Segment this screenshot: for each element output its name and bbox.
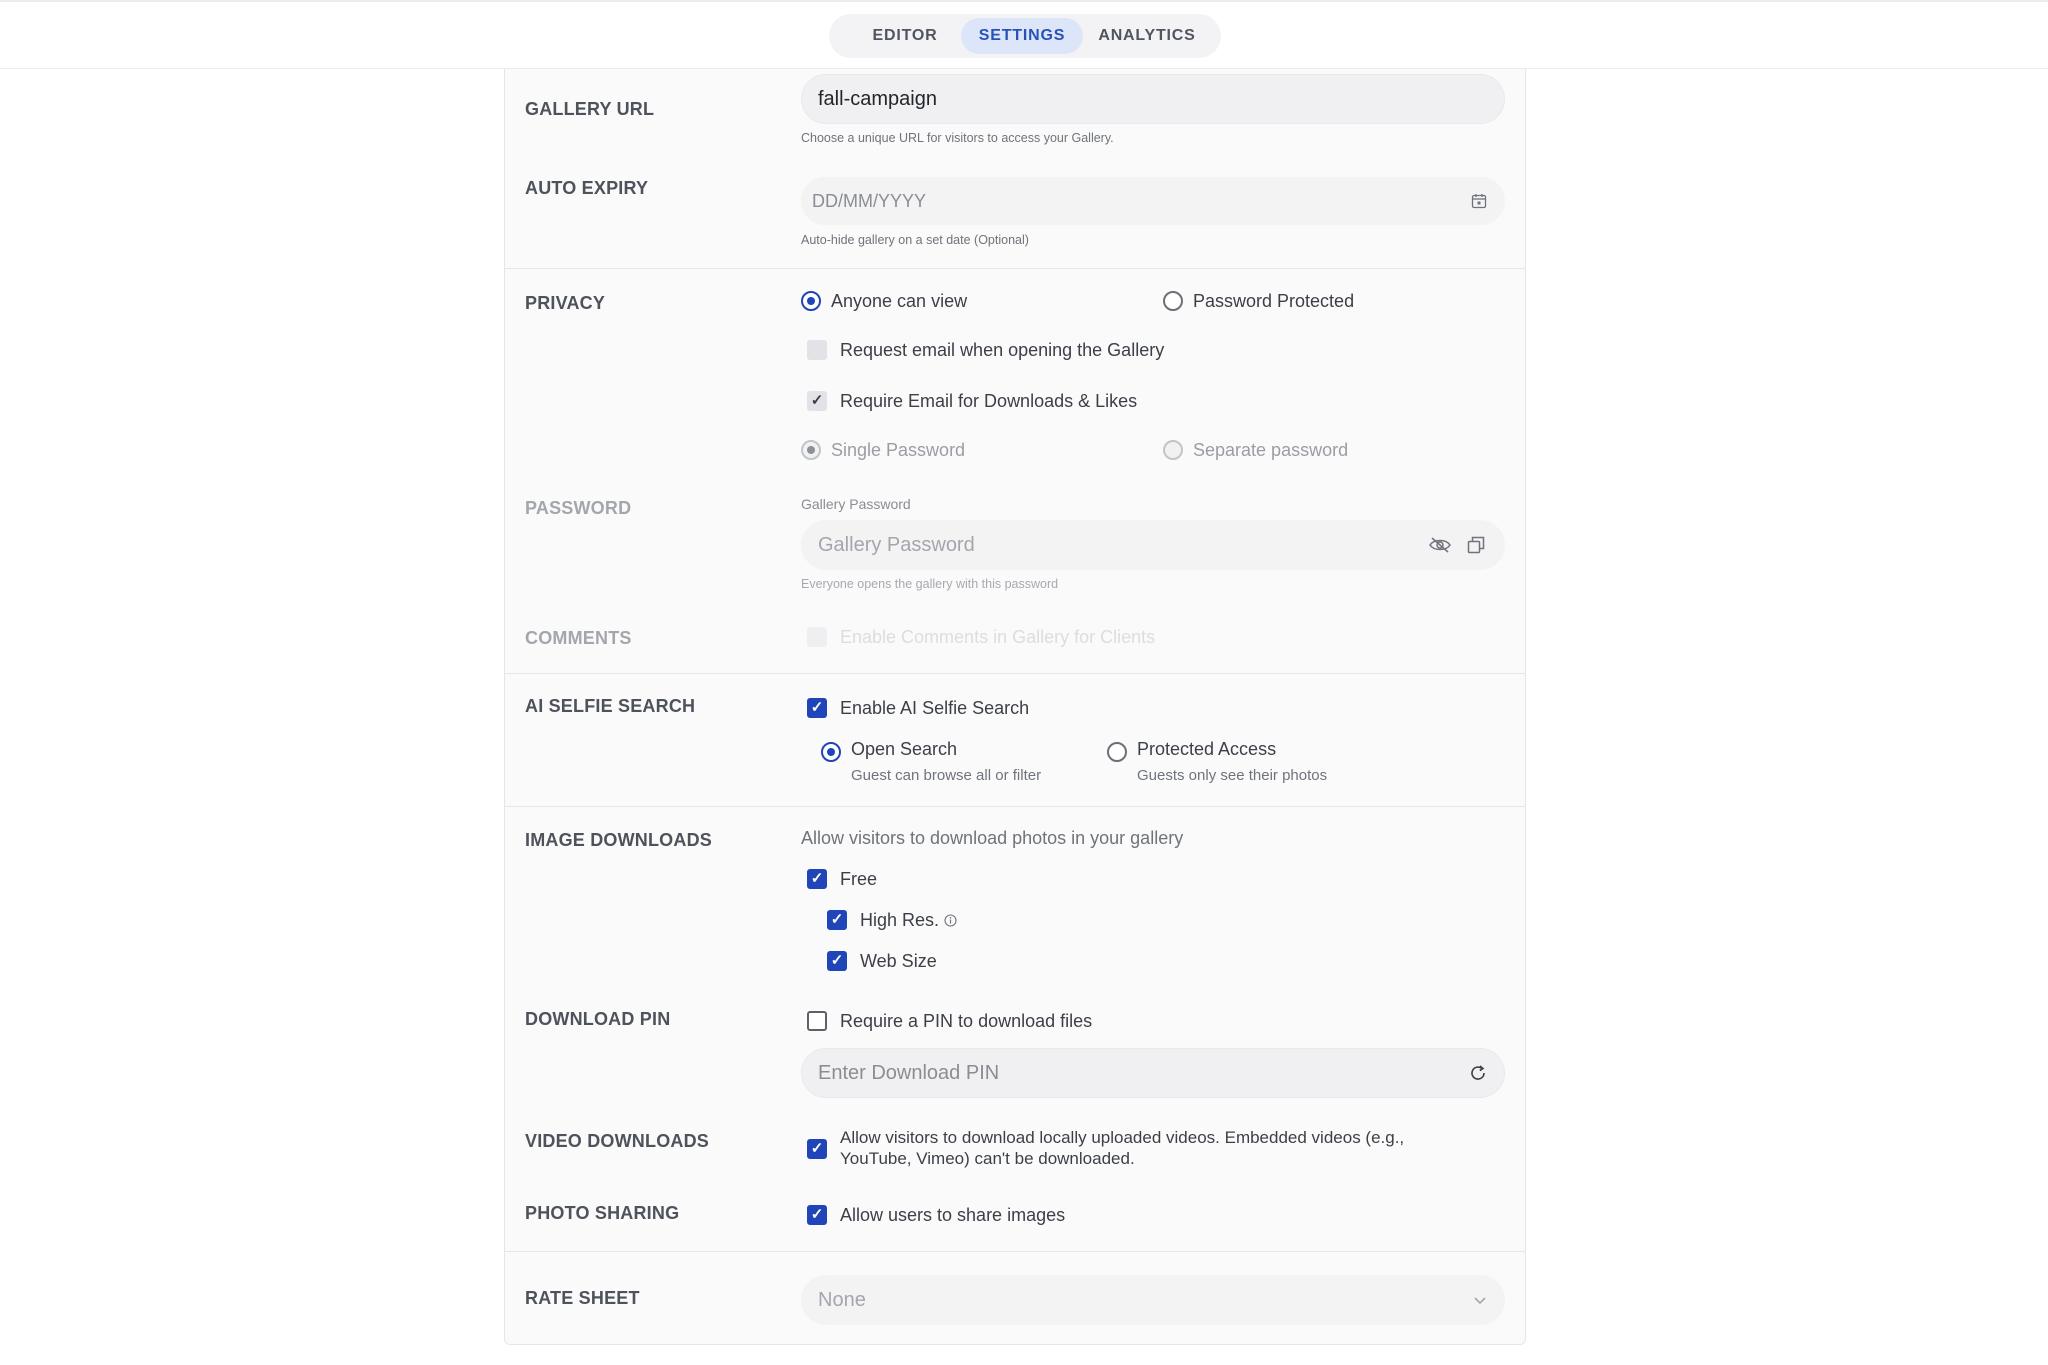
photo-sharing-label: PHOTO SHARING bbox=[525, 1203, 680, 1223]
require-email-checkbox[interactable]: ✓ bbox=[807, 391, 827, 411]
enable-ai-selfie-label: Enable AI Selfie Search bbox=[840, 698, 1030, 718]
download-pin-input[interactable]: Enter Download PIN bbox=[801, 1048, 1505, 1098]
enable-comments-label: Enable Comments in Gallery for Clients bbox=[840, 627, 1156, 647]
web-size-label: Web Size bbox=[860, 951, 937, 971]
photo-sharing-option-label: Allow users to share images bbox=[840, 1205, 1066, 1225]
gallery-url-input[interactable]: fall-campaign bbox=[801, 74, 1505, 124]
open-search-title: Open Search bbox=[851, 739, 958, 759]
video-downloads-label: VIDEO DOWNLOADS bbox=[525, 1131, 710, 1151]
enable-comments-checkbox[interactable] bbox=[807, 627, 827, 647]
calendar-icon[interactable] bbox=[1470, 192, 1488, 210]
divider bbox=[505, 1251, 1525, 1252]
web-size-checkbox[interactable]: ✓ bbox=[827, 951, 847, 971]
rate-sheet-label: RATE SHEET bbox=[525, 1288, 640, 1308]
gallery-url-label: GALLERY URL bbox=[525, 99, 655, 119]
enable-ai-selfie-checkbox[interactable]: ✓ bbox=[807, 698, 827, 718]
gallery-password-placeholder: Gallery Password bbox=[818, 533, 975, 556]
radio-password-protected[interactable] bbox=[1163, 291, 1183, 311]
open-search-subtitle: Guest can browse all or filter bbox=[851, 767, 1042, 784]
comments-label: COMMENTS bbox=[525, 628, 632, 648]
auto-expiry-label: AUTO EXPIRY bbox=[525, 178, 649, 198]
password-protected-label: Password Protected bbox=[1193, 291, 1355, 311]
gallery-url-value: fall-campaign bbox=[818, 87, 937, 110]
download-pin-placeholder: Enter Download PIN bbox=[818, 1061, 1000, 1084]
divider bbox=[505, 806, 1525, 807]
request-email-checkbox[interactable] bbox=[807, 340, 827, 360]
single-password-label: Single Password bbox=[831, 440, 966, 460]
divider bbox=[505, 268, 1525, 269]
radio-separate-password[interactable] bbox=[1163, 440, 1183, 460]
radio-anyone-can-view[interactable] bbox=[801, 291, 821, 311]
gallery-password-hint: Everyone opens the gallery with this pas… bbox=[801, 577, 1059, 591]
password-label: PASSWORD bbox=[525, 498, 632, 518]
divider bbox=[505, 673, 1525, 674]
radio-single-password[interactable] bbox=[801, 440, 821, 460]
eye-off-icon[interactable] bbox=[1428, 535, 1452, 555]
radio-protected-access[interactable] bbox=[1107, 742, 1127, 762]
privacy-label: PRIVACY bbox=[525, 293, 606, 313]
require-pin-label: Require a PIN to download files bbox=[840, 1011, 1093, 1031]
video-downloads-line2: YouTube, Vimeo) can't be downloaded. bbox=[840, 1149, 1135, 1168]
require-email-label: Require Email for Downloads & Likes bbox=[840, 391, 1138, 411]
require-pin-checkbox[interactable] bbox=[807, 1011, 827, 1031]
anyone-can-view-label: Anyone can view bbox=[831, 291, 968, 311]
tab-analytics[interactable]: ANALYTICS bbox=[1085, 18, 1209, 54]
high-res-checkbox[interactable]: ✓ bbox=[827, 910, 847, 930]
separate-password-label: Separate password bbox=[1193, 440, 1349, 460]
chevron-down-icon[interactable] bbox=[1472, 1292, 1488, 1308]
top-bar: EDITOR SETTINGS ANALYTICS bbox=[0, 0, 2048, 69]
free-download-checkbox[interactable]: ✓ bbox=[807, 869, 827, 889]
high-res-label: High Res. bbox=[860, 910, 940, 930]
info-icon[interactable] bbox=[943, 913, 957, 927]
image-downloads-description: Allow visitors to download photos in you… bbox=[801, 828, 1184, 848]
tab-editor[interactable]: EDITOR bbox=[843, 18, 967, 54]
ai-selfie-search-label: AI SELFIE SEARCH bbox=[525, 696, 696, 716]
radio-open-search[interactable] bbox=[821, 742, 841, 762]
copy-icon[interactable] bbox=[1466, 535, 1486, 555]
rate-sheet-select[interactable]: None bbox=[801, 1275, 1505, 1325]
free-download-label: Free bbox=[840, 869, 878, 889]
auto-expiry-placeholder: DD/MM/YYYY bbox=[812, 190, 927, 211]
settings-panel: GALLERY URL fall-campaign Choose a uniqu… bbox=[504, 69, 1526, 1345]
video-downloads-checkbox[interactable]: ✓ bbox=[807, 1139, 827, 1159]
auto-expiry-input[interactable]: DD/MM/YYYY bbox=[801, 177, 1505, 225]
image-downloads-label: IMAGE DOWNLOADS bbox=[525, 830, 712, 850]
gallery-url-hint: Choose a unique URL for visitors to acce… bbox=[801, 131, 1114, 145]
tab-settings[interactable]: SETTINGS bbox=[961, 18, 1083, 54]
rate-sheet-value: None bbox=[818, 1288, 866, 1311]
protected-access-title: Protected Access bbox=[1137, 739, 1277, 759]
refresh-icon[interactable] bbox=[1468, 1063, 1488, 1083]
download-pin-label: DOWNLOAD PIN bbox=[525, 1009, 671, 1029]
video-downloads-line1: Allow visitors to download locally uploa… bbox=[840, 1128, 1405, 1147]
protected-access-subtitle: Guests only see their photos bbox=[1137, 767, 1328, 784]
photo-sharing-checkbox[interactable]: ✓ bbox=[807, 1205, 827, 1225]
gallery-password-field-label: Gallery Password bbox=[801, 496, 911, 512]
request-email-label: Request email when opening the Gallery bbox=[840, 340, 1165, 360]
tab-group: EDITOR SETTINGS ANALYTICS bbox=[829, 14, 1221, 58]
gallery-password-input[interactable]: Gallery Password bbox=[801, 520, 1505, 570]
auto-expiry-hint: Auto-hide gallery on a set date (Optiona… bbox=[801, 233, 1029, 247]
